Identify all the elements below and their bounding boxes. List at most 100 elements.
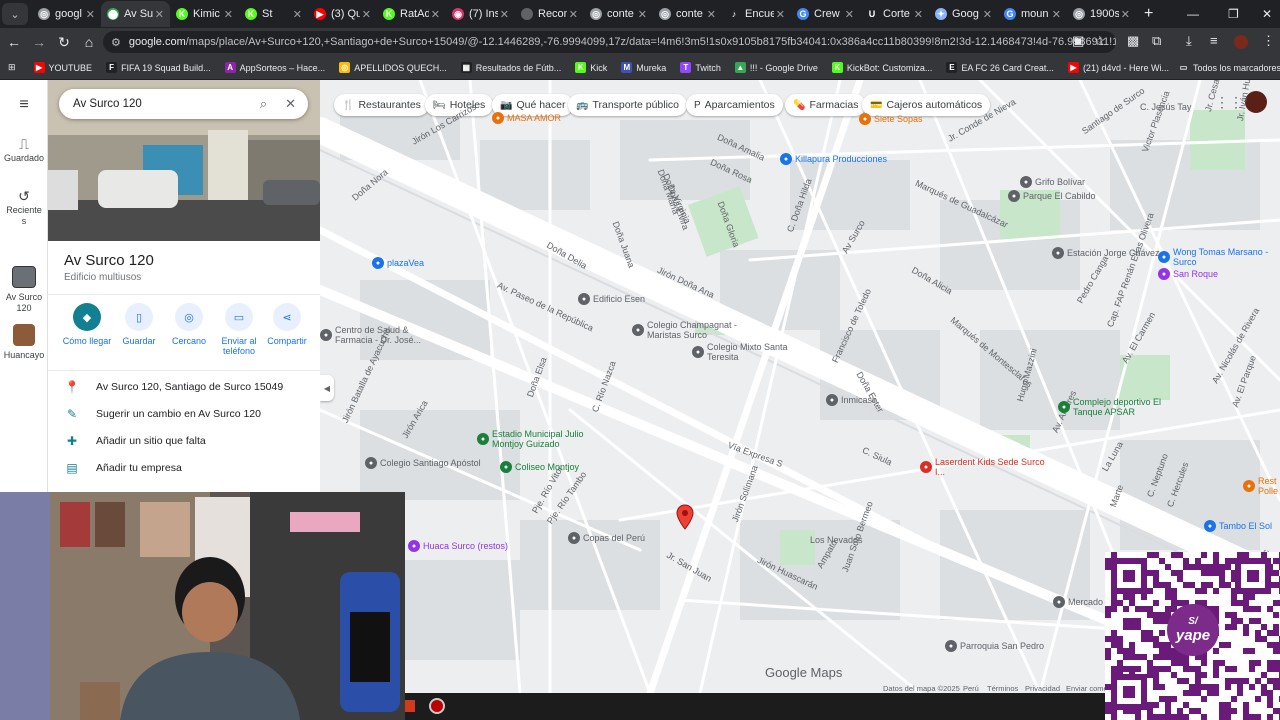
- tab-5[interactable]: K RatAd ✕: [377, 1, 446, 27]
- poi-marker[interactable]: ● San Roque: [1158, 268, 1218, 280]
- info-row[interactable]: ✎ Sugerir un cambio en Av Surco 120: [64, 407, 314, 421]
- tab-close-icon[interactable]: ✕: [86, 8, 95, 21]
- map-footer-link[interactable]: Términos: [987, 684, 1018, 693]
- poi-marker[interactable]: ● Huaca Surco (restos): [408, 540, 508, 552]
- download-icon[interactable]: ⤓: [1186, 33, 1192, 49]
- back-icon[interactable]: ←: [2, 30, 26, 54]
- extensions-icon[interactable]: ⧉: [1152, 33, 1161, 49]
- poi-marker[interactable]: ● Parroquia San Pedro: [945, 640, 1044, 652]
- poi-marker[interactable]: ● Rest Polle: [1243, 476, 1280, 496]
- map-footer-link[interactable]: Privacidad: [1025, 684, 1060, 693]
- poi-marker[interactable]: ● Tambo El Sol: [1204, 520, 1272, 532]
- poi-marker[interactable]: ● Laserdent Kids Sede Surco I...: [920, 457, 1045, 477]
- poi-marker[interactable]: ● Copas del Perú: [568, 532, 645, 544]
- poi-marker[interactable]: ● Edificio Esen: [578, 293, 645, 305]
- tab-0[interactable]: ◎ googl ✕: [32, 1, 101, 27]
- bookmark-10[interactable]: E EA FC 26 Card Creat...: [946, 62, 1054, 73]
- tab-1[interactable]: ⬤ Av Su ✕: [101, 1, 170, 27]
- tab-14[interactable]: Gmoun ✕: [998, 1, 1067, 27]
- chip-5[interactable]: 💊 Farmacias: [785, 94, 867, 116]
- tab-close-icon[interactable]: ✕: [707, 8, 716, 21]
- tab-3[interactable]: K St ✕: [239, 1, 308, 27]
- location-pin-icon[interactable]: [676, 504, 694, 530]
- poi-marker[interactable]: ● Inmicash: [826, 394, 877, 406]
- new-tab-button[interactable]: +: [1144, 5, 1153, 23]
- tab-close-icon[interactable]: ✕: [431, 8, 440, 21]
- close-icon[interactable]: ✕: [285, 96, 296, 112]
- install-app-icon[interactable]: ▣: [1072, 33, 1084, 49]
- poi-marker[interactable]: ● Killapura Producciones: [780, 153, 887, 165]
- tab-close-icon[interactable]: ✕: [569, 8, 578, 21]
- home-icon[interactable]: ⌂: [77, 30, 101, 54]
- poi-marker[interactable]: ● Estación Jorge Chávez: [1052, 247, 1160, 259]
- tab-close-icon[interactable]: ✕: [1121, 8, 1130, 21]
- tab-6[interactable]: ◉ (7) Ins ✕: [446, 1, 515, 27]
- tab-15[interactable]: ◎ 1900s ✕: [1067, 1, 1136, 27]
- poi-marker[interactable]: ● Colegio Santiago Apóstol: [365, 457, 481, 469]
- apps-grid-icon[interactable]: ⊞: [8, 62, 16, 73]
- action-0[interactable]: ◆ Cómo llegar: [60, 303, 114, 346]
- tab-7[interactable]: Recon ✕: [515, 1, 584, 27]
- tab-2[interactable]: K Kimic ✕: [170, 1, 239, 27]
- action-1[interactable]: ▯ Guardar: [112, 303, 166, 346]
- search-icon[interactable]: ⌕: [260, 96, 267, 112]
- screenshot-icon[interactable]: ▩: [1127, 33, 1139, 49]
- bookmark-9[interactable]: K KickBot: Customiza...: [831, 62, 932, 73]
- action-3[interactable]: ▭ Enviar al teléfono: [212, 303, 266, 356]
- info-row[interactable]: 📍 Av Surco 120, Santiago de Surco 15049: [64, 380, 314, 394]
- bookmark-4[interactable]: ▦ Resultados de Fútb...: [460, 62, 561, 73]
- poi-marker[interactable]: ● Centro de Salud & Farmacia - Dr. José..…: [320, 325, 445, 345]
- tab-13[interactable]: ✦ Goog ✕: [929, 1, 998, 27]
- obs-icon[interactable]: [429, 698, 445, 714]
- close-window-button[interactable]: ✕: [1262, 0, 1272, 28]
- tab-4[interactable]: ▶ (3) Qu ✕: [308, 1, 377, 27]
- poi-marker[interactable]: ● Parque El Cabildo: [1008, 190, 1096, 202]
- profile-avatar[interactable]: [1234, 35, 1248, 49]
- bookmark-0[interactable]: ▶ YOUTUBE: [33, 62, 92, 73]
- tab-close-icon[interactable]: ✕: [638, 8, 647, 21]
- tab-11[interactable]: G Crew ✕: [791, 1, 860, 27]
- maximize-button[interactable]: ❐: [1228, 0, 1239, 28]
- rail-huancayo[interactable]: Huancayo: [0, 324, 48, 360]
- place-category[interactable]: Edificio multiusos: [64, 272, 141, 283]
- tab-search-icon[interactable]: ⌄: [2, 3, 28, 25]
- tab-close-icon[interactable]: ✕: [155, 8, 164, 21]
- tab-10[interactable]: ♪ Encue ✕: [722, 1, 791, 27]
- tab-12[interactable]: U Corte ✕: [860, 1, 929, 27]
- poi-marker[interactable]: ● Colegio Champagnat - Maristas Surco: [632, 320, 757, 340]
- bookmark-star-icon[interactable]: ☆: [1094, 33, 1106, 49]
- tab-close-icon[interactable]: ✕: [776, 8, 785, 21]
- poi-marker[interactable]: ● Colegio Mixto Santa Teresita: [692, 342, 817, 362]
- bookmark-5[interactable]: K Kick: [575, 62, 607, 73]
- rail-recent[interactable]: ↺ Recientes: [0, 188, 48, 227]
- minimize-button[interactable]: —: [1187, 0, 1199, 28]
- place-photo[interactable]: Av Surco 120 ⌕ ✕: [48, 80, 320, 241]
- tab-close-icon[interactable]: ✕: [914, 8, 923, 21]
- tab-close-icon[interactable]: ✕: [1052, 8, 1061, 21]
- collapse-panel-button[interactable]: ◀: [320, 375, 334, 401]
- search-input[interactable]: Av Surco 120: [73, 98, 260, 110]
- poi-marker[interactable]: ● Siete Sopas: [859, 113, 923, 125]
- poi-marker[interactable]: ● Grifo Bolívar: [1020, 176, 1085, 188]
- poi-marker[interactable]: ● Complejo deportivo El Tanque APSAR: [1058, 397, 1183, 417]
- poi-marker[interactable]: ● MASA AMOR: [492, 112, 561, 124]
- rail-saved[interactable]: ⎍ Guardado: [0, 136, 48, 163]
- media-control-icon[interactable]: ≡: [1210, 33, 1218, 48]
- bookmark-2[interactable]: A AppSorteos – Hace...: [224, 62, 325, 73]
- reload-icon[interactable]: ↻: [52, 30, 76, 54]
- poi-marker[interactable]: ● plazaVea: [372, 257, 424, 269]
- bookmark-6[interactable]: M Mureka: [621, 62, 666, 73]
- search-box[interactable]: Av Surco 120 ⌕ ✕: [59, 89, 308, 119]
- action-4[interactable]: ⋖ Compartir: [260, 303, 314, 346]
- rail-recent-place[interactable]: Av Surco 120: [0, 266, 48, 314]
- forward-icon[interactable]: →: [27, 30, 51, 54]
- tab-close-icon[interactable]: ✕: [983, 8, 992, 21]
- poi-marker[interactable]: ● Wong Tomas Marsano - Surco: [1158, 247, 1280, 267]
- tab-8[interactable]: ◎ conte ✕: [584, 1, 653, 27]
- poi-marker[interactable]: ● Coliseo Montjoy: [500, 461, 579, 473]
- chip-4[interactable]: P Aparcamientos: [686, 94, 783, 116]
- bookmark-1[interactable]: F FIFA 19 Squad Build...: [106, 62, 211, 73]
- tab-close-icon[interactable]: ✕: [500, 8, 509, 21]
- info-row[interactable]: ✚ Añadir un sitio que falta: [64, 434, 314, 448]
- tab-close-icon[interactable]: ✕: [362, 8, 371, 21]
